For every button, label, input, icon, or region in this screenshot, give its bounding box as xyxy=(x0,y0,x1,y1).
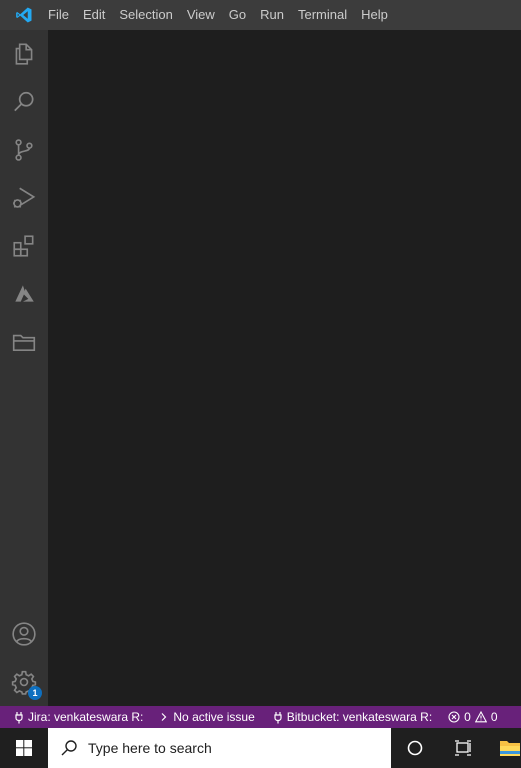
windows-taskbar: Type here to search xyxy=(0,728,521,768)
active-issue-status-item[interactable]: No active issue xyxy=(149,706,260,728)
manage-button[interactable]: 1 xyxy=(0,658,48,706)
menu-terminal[interactable]: Terminal xyxy=(291,0,354,30)
bitbucket-status-item[interactable]: Bitbucket: venkateswara R: xyxy=(246,706,438,734)
jira-status-item[interactable]: Jira: venkateswara R: xyxy=(0,706,149,733)
cortana-circle-icon xyxy=(407,740,423,756)
task-view-icon xyxy=(455,740,471,756)
active-issue-label: No active issue xyxy=(173,710,255,724)
problems-status-item[interactable]: 0 0 xyxy=(438,706,503,728)
bitbucket-label: Bitbucket: venkateswara R: xyxy=(286,710,433,724)
search-placeholder: Type here to search xyxy=(88,740,212,756)
file-explorer-icon xyxy=(500,741,520,756)
activity-bar: 1 xyxy=(0,30,48,706)
plug-icon xyxy=(15,711,23,723)
menu-help[interactable]: Help xyxy=(354,0,395,30)
taskbar-search-box[interactable]: Type here to search xyxy=(48,728,391,768)
account-icon xyxy=(12,622,36,646)
account-button[interactable] xyxy=(0,610,48,658)
title-bar: File Edit Selection View Go Run Terminal… xyxy=(0,0,521,30)
run-debug-button[interactable] xyxy=(0,174,48,222)
source-control-icon xyxy=(15,139,33,161)
warning-icon xyxy=(474,711,487,723)
extensions-button[interactable] xyxy=(0,222,48,270)
settings-badge: 1 xyxy=(28,686,42,700)
menu-go[interactable]: Go xyxy=(222,0,253,30)
status-bar: Jira: venkateswara R: No active issue Bi… xyxy=(0,706,521,734)
source-control-button[interactable] xyxy=(0,126,48,174)
search-icon xyxy=(14,91,34,112)
azure-button[interactable] xyxy=(0,270,48,318)
error-icon xyxy=(448,711,460,723)
menu-view[interactable]: View xyxy=(180,0,222,30)
plug-icon xyxy=(274,711,282,723)
search-button[interactable] xyxy=(0,78,48,126)
start-button[interactable] xyxy=(0,728,48,768)
jira-label: Jira: venkateswara R: xyxy=(28,710,144,724)
menu-bar: File Edit Selection View Go Run Terminal… xyxy=(48,0,395,30)
cortana-button[interactable] xyxy=(391,728,439,768)
run-debug-icon xyxy=(13,187,36,208)
task-view-button[interactable] xyxy=(439,728,487,768)
editor-area[interactable] xyxy=(48,30,521,706)
folder-icon xyxy=(12,334,36,351)
menu-run[interactable]: Run xyxy=(253,0,291,30)
windows-logo-icon xyxy=(16,740,32,756)
error-count: 0 xyxy=(464,710,471,724)
search-icon xyxy=(61,740,77,756)
explorer-button[interactable] xyxy=(0,30,48,78)
menu-selection[interactable]: Selection xyxy=(112,0,179,30)
extensions-icon xyxy=(13,235,34,257)
files-icon xyxy=(15,43,33,65)
folder-button[interactable] xyxy=(0,318,48,366)
chevron-right-icon xyxy=(161,713,167,721)
azure-icon xyxy=(15,285,34,302)
warning-count: 0 xyxy=(490,710,498,724)
menu-file[interactable]: File xyxy=(48,0,76,30)
file-explorer-taskbar-button[interactable] xyxy=(487,728,521,768)
menu-edit[interactable]: Edit xyxy=(76,0,112,30)
vscode-logo-icon xyxy=(0,0,48,30)
